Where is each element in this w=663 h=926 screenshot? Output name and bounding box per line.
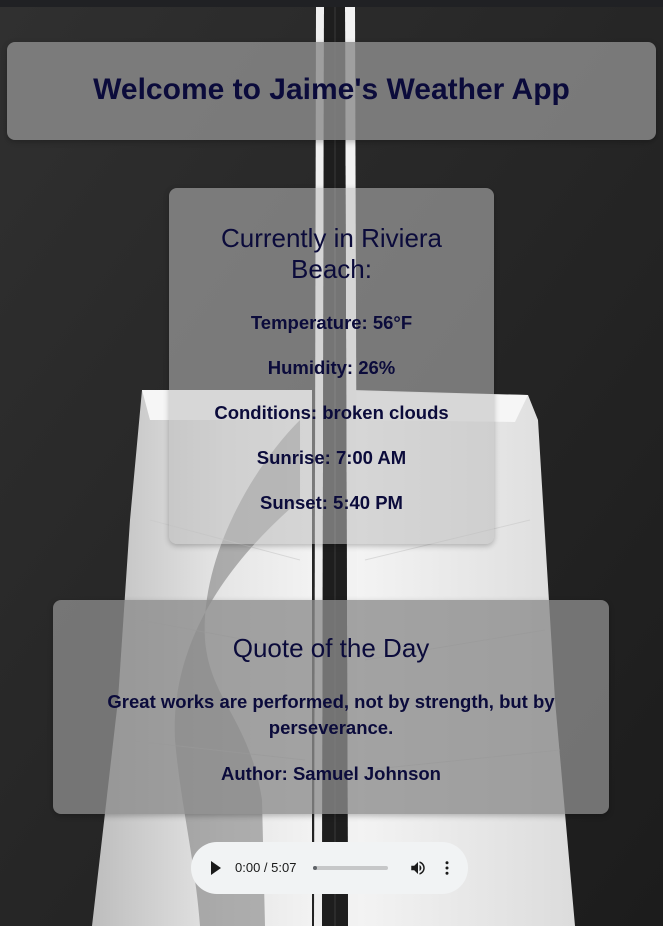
humidity-text: Humidity: 26% bbox=[267, 357, 396, 378]
quote-author: Author: Samuel Johnson bbox=[221, 763, 441, 784]
header-card: Welcome to Jaime's Weather App bbox=[7, 42, 656, 140]
quote-title: Quote of the Day bbox=[232, 633, 430, 663]
play-icon[interactable] bbox=[211, 861, 221, 875]
sunrise-text: Sunrise: 7:00 AM bbox=[256, 447, 407, 468]
sunset-text: Sunset: 5:40 PM bbox=[260, 492, 403, 513]
weather-card: Currently in Riviera Beach: Temperature:… bbox=[169, 188, 494, 544]
quote-text: Great works are performed, not by streng… bbox=[107, 691, 555, 738]
temperature-text: Temperature: 56°F bbox=[250, 312, 413, 333]
quote-card: Quote of the Day Great works are perform… bbox=[53, 600, 609, 814]
page-title: Welcome to Jaime's Weather App bbox=[93, 73, 570, 106]
volume-icon[interactable] bbox=[409, 859, 427, 877]
browser-top-strip bbox=[0, 0, 663, 7]
more-vert-icon[interactable] bbox=[438, 859, 456, 877]
conditions-text: Conditions: broken clouds bbox=[214, 402, 449, 423]
weather-location-title: Currently in Riviera Beach: bbox=[220, 223, 443, 284]
audio-progress-track[interactable] bbox=[313, 866, 388, 870]
audio-player: 0:00 / 5:07 bbox=[191, 842, 468, 894]
audio-progress-fill bbox=[313, 866, 317, 870]
audio-time: 0:00 / 5:07 bbox=[235, 860, 297, 875]
